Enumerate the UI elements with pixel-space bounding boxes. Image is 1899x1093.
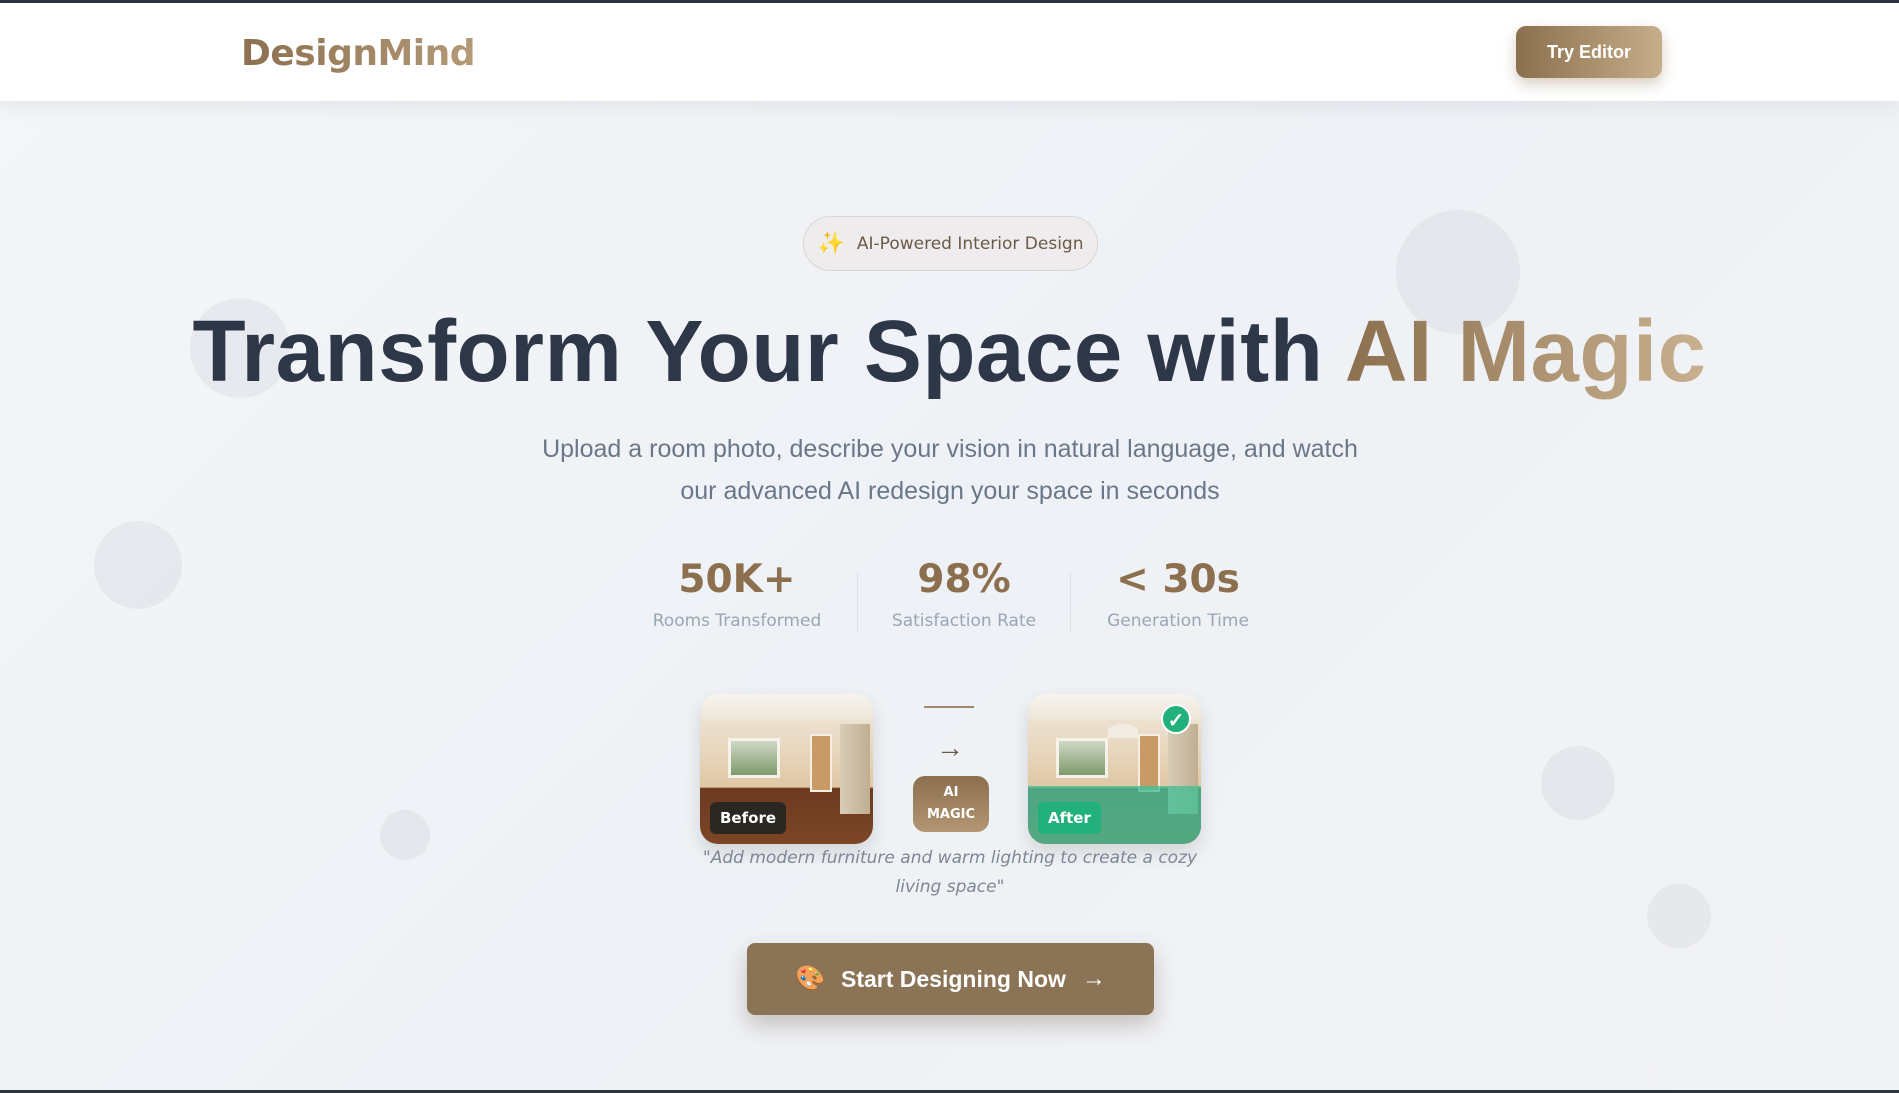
start-designing-label: Start Designing Now (840, 965, 1066, 992)
room-closet (840, 724, 870, 814)
feature-badge-label: AI-Powered Interior Design (856, 233, 1084, 254)
brand-logo[interactable]: DesignMind (241, 33, 476, 74)
stat-value: 98% (917, 557, 1011, 602)
ai-magic-label-line2: MAGIC (926, 807, 976, 822)
before-photo: Before (700, 694, 873, 844)
hero-subtitle: Upload a room photo, describe your visio… (542, 435, 1358, 505)
room-ceiling (700, 694, 873, 720)
stat-satisfaction: 98% Satisfaction Rate (854, 555, 1074, 631)
stat-label: Generation Time (1107, 611, 1249, 631)
feature-badge: ✨ AI-Powered Interior Design (803, 216, 1098, 271)
room-door (810, 734, 832, 792)
room-door (1138, 734, 1160, 792)
hero-title-accent: AI Magic (1344, 303, 1707, 400)
stat-value: 50K+ (678, 557, 796, 602)
start-designing-button[interactable]: 🎨 Start Designing Now → (747, 943, 1154, 1015)
after-photo: ✓ After (1028, 694, 1201, 844)
chandelier-icon (1108, 724, 1138, 738)
stats-row: 50K+ Rooms Transformed 98% Satisfaction … (0, 555, 1899, 635)
stat-generation: < 30s Generation Time (1068, 555, 1288, 631)
stat-label: Satisfaction Rate (891, 611, 1037, 631)
decor-bubble (1541, 746, 1615, 820)
flow-line (924, 706, 974, 708)
stat-rooms: 50K+ Rooms Transformed (627, 555, 847, 631)
before-tag: Before (710, 802, 787, 834)
after-tag: After (1038, 802, 1101, 834)
stat-label: Rooms Transformed (652, 611, 822, 631)
prompt-example: "Add modern furniture and warm lighting … (702, 848, 1198, 897)
arrow-right-icon: → (1081, 965, 1106, 992)
hero-title-main: Transform Your Space with (192, 303, 1324, 400)
room-window (1056, 738, 1108, 778)
sparkles-icon: ✨ (817, 230, 845, 256)
palette-icon: 🎨 (795, 965, 825, 992)
top-nav: DesignMind Try Editor (0, 3, 1899, 101)
arrow-right-icon: → (936, 732, 964, 763)
hero-title: Transform Your Space with AI Magic (0, 302, 1899, 402)
room-window (728, 738, 780, 778)
decor-bubble (380, 810, 430, 860)
stat-value: < 30s (1116, 557, 1240, 602)
try-editor-button[interactable]: Try Editor (1516, 26, 1662, 78)
decor-bubble (1647, 884, 1711, 948)
check-icon: ✓ (1161, 704, 1191, 734)
ai-magic-badge: AI MAGIC (913, 776, 989, 832)
ai-magic-label-line1: AI (943, 785, 959, 800)
